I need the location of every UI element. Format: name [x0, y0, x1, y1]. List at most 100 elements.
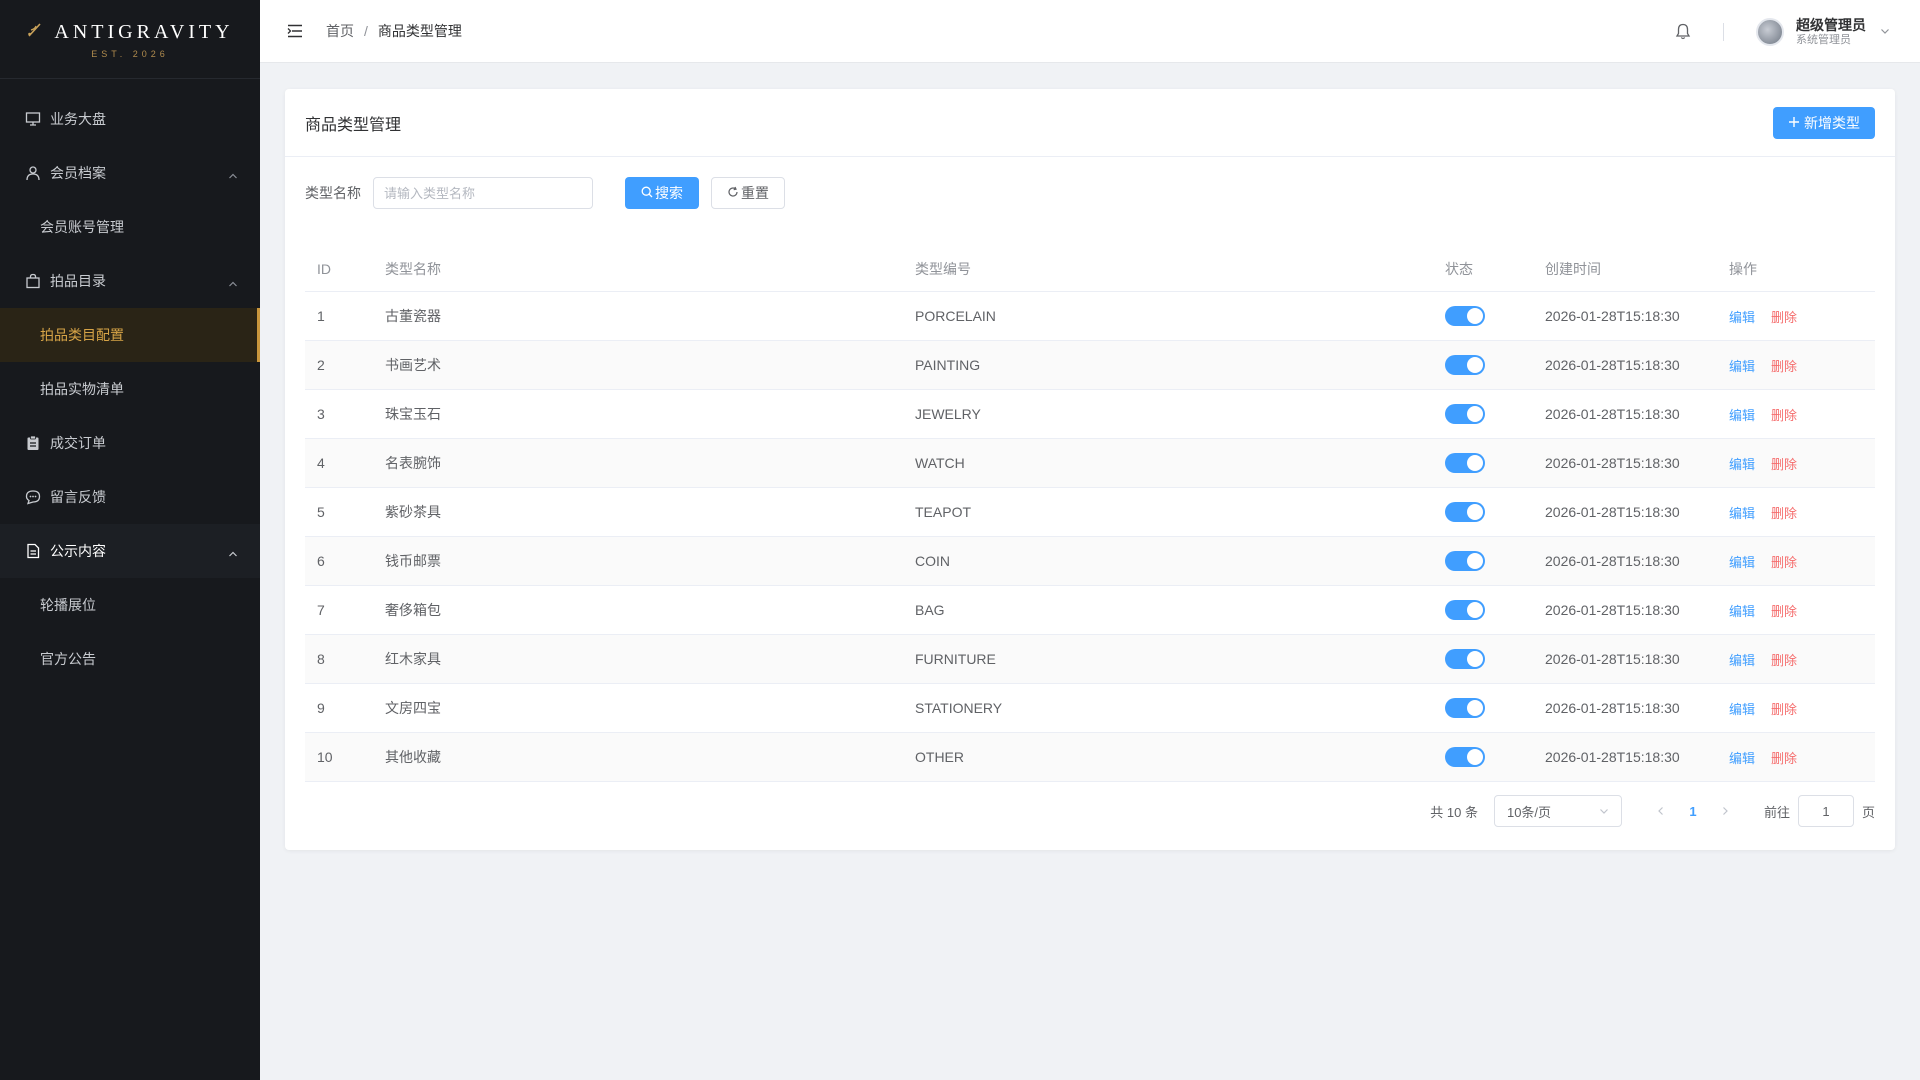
sidebar-item-lot-inventory[interactable]: 拍品实物清单: [0, 362, 260, 416]
status-toggle[interactable]: [1445, 404, 1485, 424]
header-divider: [1723, 22, 1724, 41]
cell-ops: 编辑 删除: [1725, 699, 1875, 718]
cell-time: 2026-01-28T15:18:30: [1545, 504, 1680, 520]
status-toggle[interactable]: [1445, 698, 1485, 718]
user-icon: [24, 164, 42, 182]
delete-button[interactable]: 删除: [1771, 601, 1797, 620]
delete-button[interactable]: 删除: [1771, 552, 1797, 571]
cell-time: 2026-01-28T15:18:30: [1545, 700, 1680, 716]
cell-ops: 编辑 删除: [1725, 405, 1875, 424]
cell-id: 6: [317, 553, 325, 569]
cell-id: 7: [317, 602, 325, 618]
cell-time: 2026-01-28T15:18:30: [1545, 749, 1680, 765]
sidebar-item-carousel[interactable]: 轮播展位: [0, 578, 260, 632]
reset-button[interactable]: 重置: [711, 177, 785, 209]
sidebar-item-public-content[interactable]: 公示内容: [0, 524, 260, 578]
next-page-icon[interactable]: [1710, 806, 1740, 816]
edit-button[interactable]: 编辑: [1729, 454, 1755, 473]
sidebar-item-lot-category-config[interactable]: 拍品类目配置: [0, 308, 260, 362]
column-header-status: 状态: [1445, 261, 1473, 277]
delete-button[interactable]: 删除: [1771, 356, 1797, 375]
sidebar-item-label: 成交订单: [50, 435, 106, 451]
delete-button[interactable]: 删除: [1771, 307, 1797, 326]
chevron-up-icon: [228, 168, 238, 184]
table-row: 5 紫砂茶具 TEAPOT 2026-01-28T15:18:30 编辑 删除: [305, 488, 1875, 537]
status-toggle[interactable]: [1445, 551, 1485, 571]
status-toggle[interactable]: [1445, 502, 1485, 522]
status-toggle[interactable]: [1445, 355, 1485, 375]
status-toggle[interactable]: [1445, 649, 1485, 669]
edit-button[interactable]: 编辑: [1729, 356, 1755, 375]
cell-status: [1445, 453, 1545, 473]
edit-button[interactable]: 编辑: [1729, 503, 1755, 522]
cell-name: 文房四宝: [385, 700, 441, 716]
user-menu[interactable]: 超级管理员 系统管理员: [1756, 17, 1890, 47]
cell-time: 2026-01-28T15:18:30: [1545, 651, 1680, 667]
status-toggle[interactable]: [1445, 747, 1485, 767]
cell-code: TEAPOT: [915, 504, 972, 520]
page-number[interactable]: 1: [1676, 804, 1710, 819]
menu-fold-icon[interactable]: [286, 22, 304, 40]
sidebar-item-dashboard[interactable]: 业务大盘: [0, 92, 260, 146]
plus-icon: [1788, 115, 1800, 131]
sidebar-item-announcements[interactable]: 官方公告: [0, 632, 260, 686]
search-button-label: 搜索: [655, 185, 683, 201]
sidebar-item-members[interactable]: 会员档案: [0, 146, 260, 200]
cell-status: [1445, 404, 1545, 424]
column-header-time: 创建时间: [1545, 261, 1601, 277]
status-toggle[interactable]: [1445, 306, 1485, 326]
cell-status: [1445, 355, 1545, 375]
chevron-up-icon: [228, 546, 238, 562]
goto-page-input[interactable]: [1797, 795, 1854, 827]
sidebar-item-orders[interactable]: 成交订单: [0, 416, 260, 470]
breadcrumb-home[interactable]: 首页: [326, 21, 354, 41]
cell-code: BAG: [915, 602, 945, 618]
delete-button[interactable]: 删除: [1771, 503, 1797, 522]
delete-button[interactable]: 删除: [1771, 650, 1797, 669]
edit-button[interactable]: 编辑: [1729, 601, 1755, 620]
edit-button[interactable]: 编辑: [1729, 405, 1755, 424]
breadcrumb: 首页 / 商品类型管理: [326, 21, 462, 41]
cell-id: 1: [317, 308, 325, 324]
delete-button[interactable]: 删除: [1771, 454, 1797, 473]
bell-icon[interactable]: [1673, 22, 1693, 42]
edit-button[interactable]: 编辑: [1729, 650, 1755, 669]
delete-button[interactable]: 删除: [1771, 405, 1797, 424]
sidebar-menu: 业务大盘 会员档案 会员账号管理 拍品目录 拍品类目配置 拍品实物清单 成交订单…: [0, 79, 260, 686]
edit-button[interactable]: 编辑: [1729, 307, 1755, 326]
search-button[interactable]: 搜索: [625, 177, 699, 209]
status-toggle[interactable]: [1445, 453, 1485, 473]
edit-button[interactable]: 编辑: [1729, 552, 1755, 571]
document-icon: [24, 542, 42, 560]
cell-name: 红木家具: [385, 651, 441, 667]
search-icon: [641, 185, 653, 201]
cell-id: 10: [317, 749, 333, 765]
cell-time: 2026-01-28T15:18:30: [1545, 406, 1680, 422]
page-size-select[interactable]: 10条/页: [1493, 795, 1622, 827]
table-row: 10 其他收藏 OTHER 2026-01-28T15:18:30 编辑 删除: [305, 733, 1875, 782]
logo[interactable]: ANTIGRAVITY EST. 2026: [0, 0, 260, 79]
page-size-value: 10条/页: [1506, 804, 1552, 820]
cell-code: PAINTING: [915, 357, 981, 373]
search-form: 类型名称 搜索 重置: [285, 157, 1895, 209]
type-name-input[interactable]: [373, 177, 593, 209]
delete-button[interactable]: 删除: [1771, 748, 1797, 767]
column-header-name: 类型名称: [385, 261, 441, 277]
user-name: 超级管理员: [1796, 16, 1866, 33]
sidebar-item-feedback[interactable]: 留言反馈: [0, 470, 260, 524]
cell-ops: 编辑 删除: [1725, 503, 1875, 522]
sidebar-item-lot-catalog[interactable]: 拍品目录: [0, 254, 260, 308]
cell-ops: 编辑 删除: [1725, 748, 1875, 767]
cell-name: 奢侈箱包: [385, 602, 441, 618]
sidebar-item-member-accounts[interactable]: 会员账号管理: [0, 200, 260, 254]
cell-id: 4: [317, 455, 325, 471]
edit-button[interactable]: 编辑: [1729, 699, 1755, 718]
status-toggle[interactable]: [1445, 600, 1485, 620]
cell-name: 书画艺术: [385, 357, 441, 373]
add-type-button[interactable]: 新增类型: [1773, 106, 1875, 139]
prev-page-icon[interactable]: [1646, 806, 1676, 816]
user-role: 系统管理员: [1796, 33, 1851, 46]
table-header: ID 类型名称 类型编号 状态 创建时间 操作: [305, 247, 1875, 292]
edit-button[interactable]: 编辑: [1729, 748, 1755, 767]
delete-button[interactable]: 删除: [1771, 699, 1797, 718]
